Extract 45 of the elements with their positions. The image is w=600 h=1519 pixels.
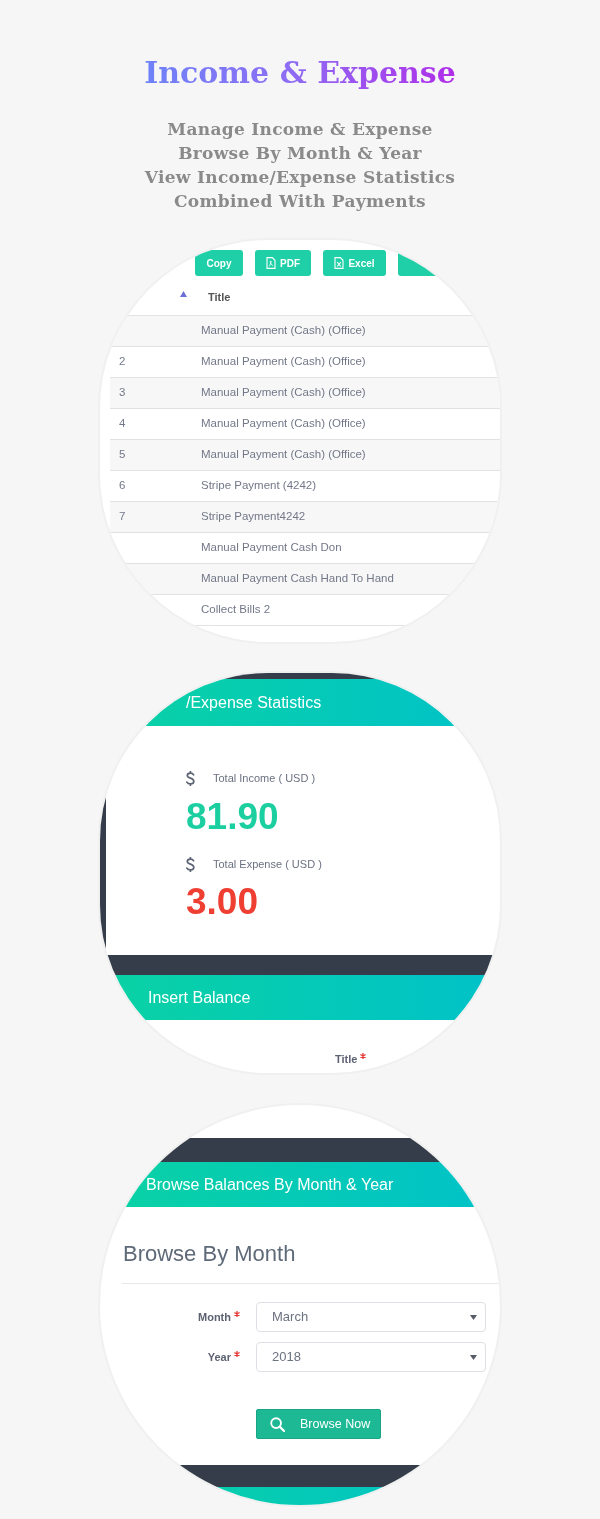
column-header[interactable]: Title [191,280,500,315]
browse-button[interactable]: Browse Now [256,1409,381,1439]
dollar-icon [186,770,195,786]
table-cell: Stripe Payment (4242) [191,470,500,501]
feature-line: View Income/Expense Statistics [144,166,456,189]
table-cell: 5 [110,439,191,470]
table-cell: Manual Payment (Cash) (Office) [191,346,500,377]
search-icon [270,1416,285,1432]
field-label: Year [207,1350,231,1364]
panel-title: /Expense Statistics [186,692,322,713]
table-cell: 4 [110,408,191,439]
table-cell: 7 [110,501,191,532]
caret-icon [470,1354,477,1360]
stat-label: Total Income ( USD ) [213,770,316,786]
table-cell: Manual Payment Cash Don [191,532,500,563]
table-cell: 3 [110,377,191,408]
file-icon [266,257,276,269]
table-cell: Manual Payment (Cash) (Office) [191,315,500,346]
field-label: Month [198,1310,231,1324]
panel-title: Insert Balance [148,987,251,1008]
field-label: Title [335,1052,358,1066]
dollar-icon [186,856,195,872]
stat-amount: 3.00 [186,882,259,922]
toolbar-button[interactable]: PDF [255,250,311,276]
table-cell: Manual Payment (Cash) (Office) [191,408,500,439]
table-cell: Collect Bills 2 [191,594,500,625]
table-cell: Stripe Payment4242 [191,501,500,532]
toolbar-button[interactable]: Copy [195,250,243,276]
caret-icon [470,1314,477,1320]
table-cell: 6 [110,470,191,501]
panel-title: Browse Balances By Month & Year [146,1174,394,1195]
table-cell: Manual Payment (Cash) (Office) [191,377,500,408]
table-cell: Manual Payment (Cash) (Office) [191,439,500,470]
feature-line: Combined With Payments [174,190,426,213]
section-heading: Browse By Month [123,1241,297,1267]
select-field[interactable]: March [256,1302,486,1332]
file-icon [334,257,345,269]
table-cell: Manual Payment Cash Hand To Hand [191,563,500,594]
feature-line: Manage Income & Expense [167,118,433,141]
stat-label: Total Expense ( USD ) [213,856,322,872]
toolbar-button[interactable]: Excel [323,250,386,276]
feature-line: Browse By Month & Year [178,142,422,165]
table-cell: 2 [110,346,191,377]
select-field[interactable]: 2018 [256,1342,486,1372]
stat-amount: 81.90 [186,797,280,837]
